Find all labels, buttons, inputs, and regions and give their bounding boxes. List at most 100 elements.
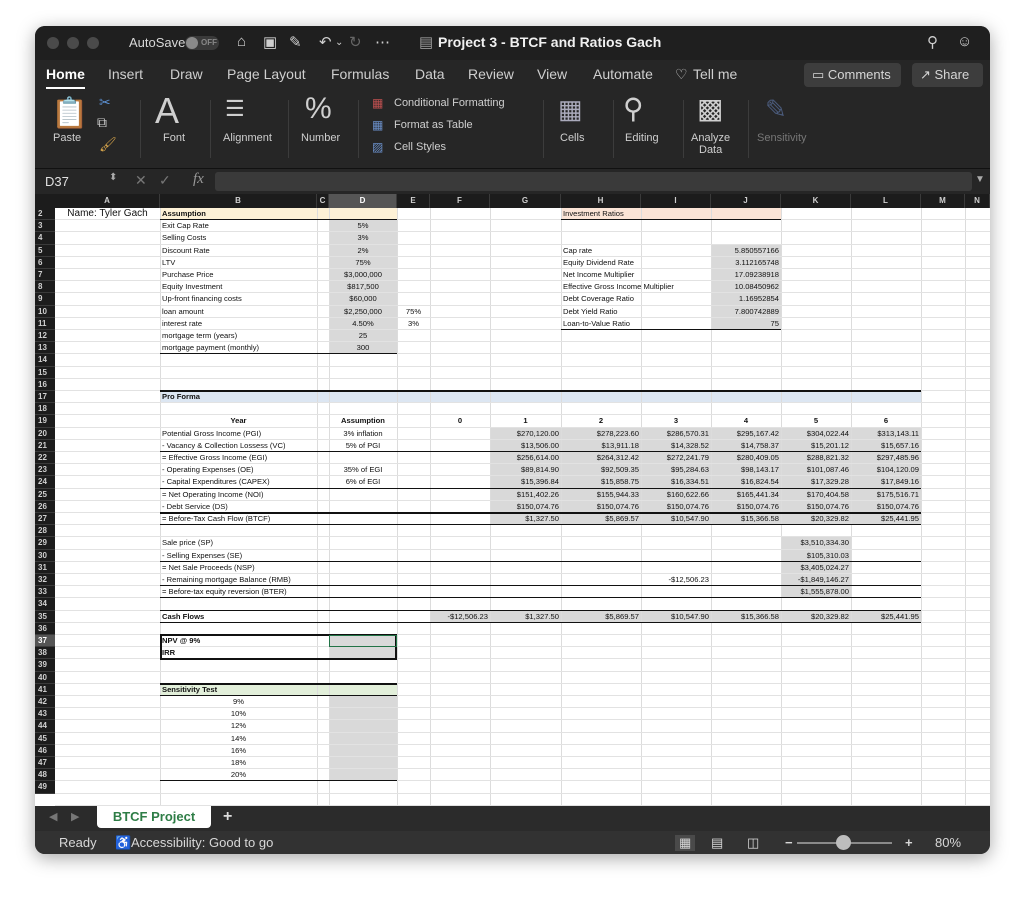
alignment-icon[interactable]: ☰ bbox=[225, 96, 245, 122]
pro-forma-assumption[interactable]: 5% of PGI bbox=[331, 440, 395, 452]
ratio-label[interactable]: Debt Yield Ratio bbox=[563, 306, 709, 318]
assumption-value[interactable]: 4.50% bbox=[331, 318, 395, 330]
normal-view-icon[interactable]: ▦ bbox=[675, 835, 696, 851]
assumption-value[interactable]: 300 bbox=[331, 342, 395, 354]
row-header-18[interactable]: 18 bbox=[35, 403, 55, 416]
column-header-h[interactable]: H bbox=[561, 194, 641, 208]
save-icon[interactable]: ▣ bbox=[263, 33, 277, 51]
assumption-extra[interactable]: 3% bbox=[399, 318, 428, 330]
sensitivity-rate[interactable]: 10% bbox=[162, 708, 315, 720]
analyze-data-label[interactable]: Analyze bbox=[691, 132, 730, 144]
row-header-3[interactable]: 3 bbox=[35, 220, 55, 233]
pro-forma-value[interactable]: $150,074.76 bbox=[492, 501, 559, 513]
pro-forma-row-label[interactable]: Potential Gross Income (PGI) bbox=[162, 428, 315, 440]
pro-forma-value[interactable]: $170,404.58 bbox=[783, 489, 849, 501]
assumption-value[interactable]: $60,000 bbox=[331, 293, 395, 305]
row-header-30[interactable]: 30 bbox=[35, 549, 55, 562]
year-header[interactable]: 5 bbox=[783, 415, 849, 427]
next-sheet-icon[interactable]: ▶ bbox=[71, 810, 79, 823]
row-header-34[interactable]: 34 bbox=[35, 598, 55, 611]
formula-input[interactable] bbox=[215, 172, 972, 191]
select-all-corner[interactable] bbox=[35, 194, 55, 208]
pro-forma-value[interactable]: $15,201.12 bbox=[783, 440, 849, 452]
page-layout-view-icon[interactable]: ▤ bbox=[711, 835, 723, 851]
row-header-4[interactable]: 4 bbox=[35, 232, 55, 245]
pro-forma-value[interactable]: $13,506.00 bbox=[492, 440, 559, 452]
assumption-label[interactable]: Discount Rate bbox=[162, 245, 315, 257]
row-header-14[interactable]: 14 bbox=[35, 354, 55, 367]
column-header-l[interactable]: L bbox=[851, 194, 921, 208]
row-header-7[interactable]: 7 bbox=[35, 269, 55, 282]
tab-formulas[interactable]: Formulas bbox=[331, 66, 389, 82]
pro-forma-value[interactable]: $1,327.50 bbox=[492, 513, 559, 525]
sensitivity-rate[interactable]: 20% bbox=[162, 769, 315, 781]
pro-forma-value[interactable]: $286,570.31 bbox=[643, 428, 709, 440]
row-header-31[interactable]: 31 bbox=[35, 561, 55, 574]
sensitivity-rate[interactable]: 14% bbox=[162, 733, 315, 745]
percent-icon[interactable]: % bbox=[305, 92, 332, 126]
pro-forma-value[interactable]: $14,758.37 bbox=[713, 440, 779, 452]
more-icon[interactable]: ⋯ bbox=[375, 33, 390, 51]
row-header-37[interactable]: 37 bbox=[35, 635, 55, 648]
assumption-value[interactable]: $2,250,000 bbox=[331, 306, 395, 318]
pro-forma-row-label[interactable]: - Vacancy & Collection Lossess (VC) bbox=[162, 440, 315, 452]
column-header-e[interactable]: E bbox=[397, 194, 430, 208]
column-header-i[interactable]: I bbox=[641, 194, 711, 208]
tab-view[interactable]: View bbox=[537, 66, 567, 82]
column-header-c[interactable]: C bbox=[317, 194, 329, 208]
search-icon[interactable]: ⚲ bbox=[927, 33, 938, 51]
column-header-d[interactable]: D bbox=[329, 194, 397, 208]
ratio-value[interactable]: 5.850557166 bbox=[713, 245, 779, 257]
row-header-29[interactable]: 29 bbox=[35, 537, 55, 550]
sale-row-label[interactable]: = Net Sale Proceeds (NSP) bbox=[162, 562, 315, 574]
cash-flow-value[interactable]: -$12,506.23 bbox=[432, 611, 488, 623]
ratio-label[interactable]: Debt Coverage Ratio bbox=[563, 293, 709, 305]
row-header-49[interactable]: 49 bbox=[35, 781, 55, 794]
sale-row-value[interactable]: $3,510,334.30 bbox=[783, 537, 849, 549]
pro-forma-value[interactable]: $150,074.76 bbox=[783, 501, 849, 513]
ratio-label[interactable]: Effective Gross Income Multiplier bbox=[563, 281, 709, 293]
pro-forma-value[interactable]: $5,869.57 bbox=[563, 513, 639, 525]
ratio-label[interactable]: Cap rate bbox=[563, 245, 709, 257]
year-label[interactable]: Year bbox=[162, 415, 315, 427]
row-header-26[interactable]: 26 bbox=[35, 500, 55, 513]
row-header-21[interactable]: 21 bbox=[35, 439, 55, 452]
cell-styles-button[interactable]: Cell Styles bbox=[394, 141, 446, 153]
copy-icon[interactable]: ⧉ bbox=[97, 114, 107, 131]
assumption-label[interactable]: Selling Costs bbox=[162, 232, 315, 244]
cells-icon[interactable]: ▦ bbox=[558, 94, 583, 125]
pro-forma-value[interactable]: $165,441.34 bbox=[713, 489, 779, 501]
assumption-value[interactable]: 75% bbox=[331, 257, 395, 269]
sale-row-label[interactable]: Sale price (SP) bbox=[162, 537, 315, 549]
pro-forma-row-label[interactable]: - Debt Service (DS) bbox=[162, 501, 315, 513]
pro-forma-value[interactable]: $280,409.05 bbox=[713, 452, 779, 464]
ratio-label[interactable]: Loan-to-Value Ratio bbox=[563, 318, 709, 330]
assumption-value[interactable]: 5% bbox=[331, 220, 395, 232]
row-header-46[interactable]: 46 bbox=[35, 744, 55, 757]
zoom-out-button[interactable]: − bbox=[785, 835, 793, 850]
assumption-label[interactable]: Up-front financing costs bbox=[162, 293, 315, 305]
sale-row-label[interactable]: - Remaining mortgage Balance (RMB) bbox=[162, 574, 315, 586]
ratio-value[interactable]: 75 bbox=[713, 318, 779, 330]
assumption-extra[interactable]: 75% bbox=[399, 306, 428, 318]
pro-forma-value[interactable]: $313,143.11 bbox=[853, 428, 919, 440]
row-header-17[interactable]: 17 bbox=[35, 391, 55, 404]
tab-data[interactable]: Data bbox=[415, 66, 445, 82]
assumption-label[interactable]: interest rate bbox=[162, 318, 315, 330]
row-header-13[interactable]: 13 bbox=[35, 342, 55, 355]
pf-assumption-label[interactable]: Assumption bbox=[331, 415, 395, 427]
pro-forma-value[interactable]: $104,120.09 bbox=[853, 464, 919, 476]
pro-forma-assumption[interactable]: 35% of EGI bbox=[331, 464, 395, 476]
pro-forma-value[interactable]: $89,814.90 bbox=[492, 464, 559, 476]
analyze-data-icon[interactable]: ▩ bbox=[697, 92, 723, 125]
paste-label[interactable]: Paste bbox=[53, 132, 81, 144]
undo-icon[interactable]: ↶ bbox=[319, 33, 332, 51]
sale-row-label[interactable]: = Before-tax equity reversion (BTER) bbox=[162, 586, 315, 598]
irr-value[interactable] bbox=[331, 647, 395, 659]
zoom-in-button[interactable]: + bbox=[905, 835, 913, 850]
row-header-43[interactable]: 43 bbox=[35, 708, 55, 721]
page-break-view-icon[interactable]: ◫ bbox=[747, 835, 759, 851]
pro-forma-value[interactable]: $264,312.42 bbox=[563, 452, 639, 464]
cash-flow-value[interactable]: $10,547.90 bbox=[643, 611, 709, 623]
pro-forma-value[interactable]: $92,509.35 bbox=[563, 464, 639, 476]
